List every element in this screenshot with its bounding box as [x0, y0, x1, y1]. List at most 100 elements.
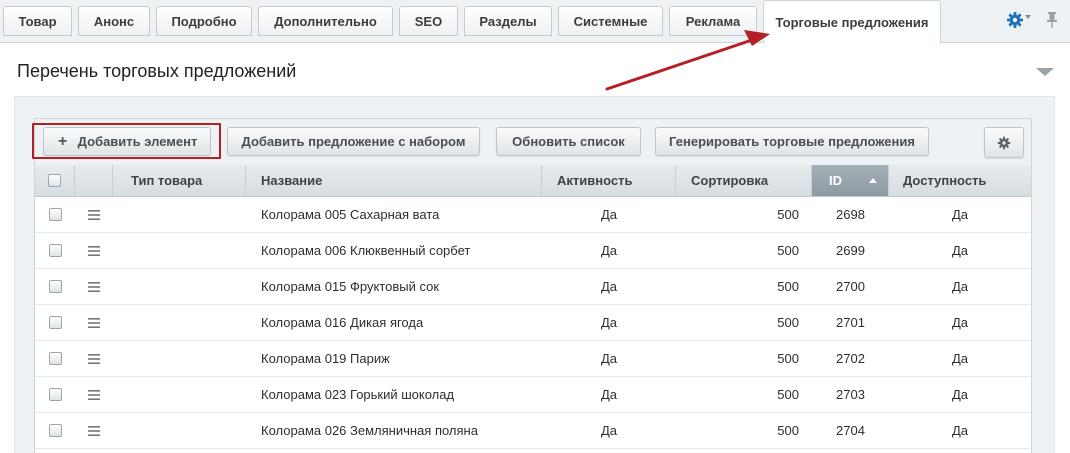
header-select-all — [35, 165, 75, 196]
column-label: Тип товара — [131, 173, 203, 188]
column-header-name[interactable]: Название — [246, 165, 542, 196]
hamburger-menu-icon[interactable] — [88, 389, 100, 400]
hamburger-menu-icon[interactable] — [88, 245, 100, 256]
offers-grid: + Добавить элемент Добавить предложение … — [32, 118, 1032, 453]
row-checkbox[interactable] — [48, 388, 62, 401]
row-active-cell: Да — [600, 207, 618, 222]
row-id-cell: 2703 — [836, 387, 865, 402]
grid-toolbar: + Добавить элемент Добавить предложение … — [32, 119, 1031, 166]
row-sort-cell: 500 — [777, 243, 799, 258]
row-name-cell: Колорама 015 Фруктовый сок — [261, 279, 440, 294]
hamburger-menu-icon[interactable] — [88, 353, 100, 364]
sort-asc-icon — [869, 178, 877, 183]
row-select-cell — [35, 377, 75, 412]
row-name-cell: Колорама 026 Земляничная поляна — [261, 423, 478, 438]
row-sort-cell: 500 — [777, 351, 799, 366]
tab-seo[interactable]: SEO — [399, 6, 458, 36]
row-sort-cell: 500 — [777, 207, 799, 222]
row-id-cell: 2702 — [836, 351, 865, 366]
row-type-cell — [113, 377, 246, 412]
tab-tools — [1000, 0, 1070, 42]
table-row[interactable]: Колорама 005 Сахарная вата Да 500 2698 Да — [35, 197, 1031, 233]
tab-label: Анонс — [93, 13, 135, 29]
row-type-cell — [113, 197, 246, 232]
collapse-icon[interactable] — [1036, 68, 1054, 76]
tab-additional[interactable]: Дополнительно — [258, 6, 393, 36]
tab-announce[interactable]: Анонс — [78, 6, 150, 36]
table-row[interactable]: Колорама 023 Горький шоколад Да 500 2703 Да — [35, 377, 1031, 413]
row-name-cell: Колорама 005 Сахарная вата — [261, 207, 440, 222]
row-id-cell: 2704 — [836, 423, 865, 438]
row-name-cell: Колорама 023 Горький шоколад — [261, 387, 455, 402]
row-checkbox[interactable] — [48, 280, 62, 293]
row-select-cell — [35, 341, 75, 376]
row-name-cell: Колорама 006 Клюквенный сорбет — [261, 243, 471, 258]
plus-icon: + — [58, 132, 68, 150]
column-label: Активность — [557, 173, 633, 188]
column-header-id[interactable]: ID — [812, 165, 889, 196]
table-row[interactable]: Колорама 016 Дикая ягода Да 500 2701 Да — [35, 305, 1031, 341]
table-row[interactable]: Колорама 026 Земляничная поляна Да 500 2704… — [35, 413, 1031, 449]
tab-label: Системные — [573, 13, 648, 29]
column-header-sort[interactable]: Сортировка — [676, 165, 812, 196]
add-offer-with-set-button[interactable]: Добавить предложение с набором — [227, 127, 480, 156]
tab-trade-offers[interactable]: Торговые предложения — [763, 0, 941, 43]
grid-settings-button[interactable] — [984, 127, 1024, 158]
section-title: Перечень торговых предложений — [17, 61, 297, 81]
row-actions-cell — [75, 305, 113, 340]
generate-offers-button[interactable]: Генерировать торговые предложения — [655, 127, 929, 156]
column-header-type[interactable]: Тип товара — [113, 165, 246, 196]
row-type-cell — [113, 341, 246, 376]
tab-sections[interactable]: Разделы — [464, 6, 552, 36]
row-sort-cell: 500 — [777, 423, 799, 438]
row-type-cell — [113, 233, 246, 268]
tab-product[interactable]: Товар — [3, 6, 72, 36]
row-name-cell: Колорама 016 Дикая ягода — [261, 315, 424, 330]
hamburger-menu-icon[interactable] — [88, 209, 100, 220]
row-actions-cell — [75, 269, 113, 304]
row-name-cell: Колорама 019 Париж — [261, 351, 390, 366]
row-checkbox[interactable] — [48, 352, 62, 365]
row-type-cell — [113, 269, 246, 304]
hamburger-menu-icon[interactable] — [88, 317, 100, 328]
table-row[interactable]: Колорама 015 Фруктовый сок Да 500 2700 Да — [35, 269, 1031, 305]
row-active-cell: Да — [600, 387, 618, 402]
tab-advertising[interactable]: Реклама — [669, 6, 757, 36]
row-select-cell — [35, 413, 75, 448]
row-availability-cell: Да — [951, 351, 969, 366]
hamburger-menu-icon[interactable] — [88, 281, 100, 292]
select-all-checkbox[interactable] — [48, 174, 61, 187]
row-sort-cell: 500 — [777, 387, 799, 402]
row-checkbox[interactable] — [48, 208, 62, 221]
row-actions-cell — [75, 377, 113, 412]
table-row[interactable]: Колорама 019 Париж Да 500 2702 Да — [35, 341, 1031, 377]
row-checkbox[interactable] — [48, 424, 62, 437]
row-type-cell — [113, 413, 246, 448]
column-header-active[interactable]: Активность — [542, 165, 676, 196]
row-checkbox[interactable] — [48, 316, 62, 329]
button-label: Обновить список — [512, 134, 625, 149]
row-select-cell — [35, 197, 75, 232]
row-actions-cell — [75, 233, 113, 268]
column-header-availability[interactable]: Доступность — [889, 165, 1031, 196]
add-element-button[interactable]: + Добавить элемент — [43, 127, 211, 156]
row-availability-cell: Да — [951, 279, 969, 294]
chevron-down-icon[interactable] — [1025, 15, 1031, 19]
row-availability-cell: Да — [951, 387, 969, 402]
row-active-cell: Да — [600, 243, 618, 258]
pin-icon[interactable] — [1046, 11, 1058, 29]
column-label: Сортировка — [691, 173, 769, 188]
tab-system[interactable]: Системные — [558, 6, 663, 36]
gear-icon[interactable] — [1006, 11, 1024, 29]
row-availability-cell: Да — [951, 315, 969, 330]
hamburger-menu-icon[interactable] — [88, 425, 100, 436]
row-checkbox[interactable] — [48, 244, 62, 257]
refresh-list-button[interactable]: Обновить список — [496, 127, 641, 156]
tab-details[interactable]: Подробно — [156, 6, 252, 36]
row-select-cell — [35, 305, 75, 340]
column-label: Доступность — [903, 173, 987, 188]
row-active-cell: Да — [600, 351, 618, 366]
column-label: ID — [829, 173, 842, 188]
table-row[interactable]: Колорама 006 Клюквенный сорбет Да 500 2699 Д… — [35, 233, 1031, 269]
tab-label: Реклама — [685, 13, 741, 29]
